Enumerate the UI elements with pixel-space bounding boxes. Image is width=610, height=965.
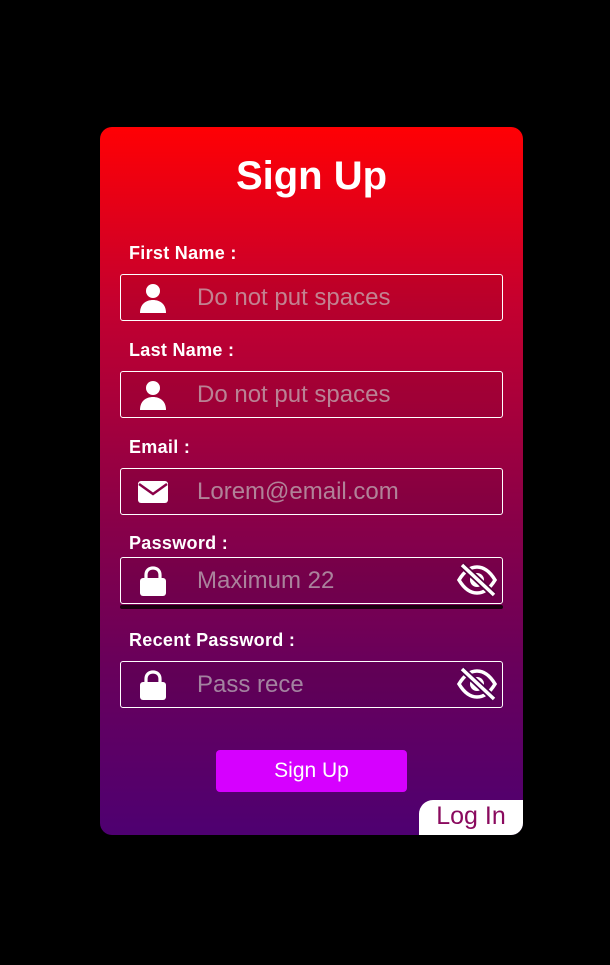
- last-name-input[interactable]: [197, 372, 447, 417]
- recent-password-label: Recent Password :: [129, 630, 296, 650]
- first-name-input[interactable]: [197, 275, 447, 320]
- page-title: Sign Up: [235, 154, 388, 198]
- user-icon: [140, 381, 166, 410]
- eye-slash-icon[interactable]: [457, 562, 497, 598]
- password-strength-bar: [120, 605, 503, 609]
- last-name-field[interactable]: [120, 371, 503, 418]
- user-icon: [140, 284, 166, 313]
- first-name-label: First Name :: [129, 243, 237, 263]
- password-field[interactable]: [120, 557, 503, 604]
- email-label: Email :: [129, 437, 191, 457]
- password-input[interactable]: [197, 558, 447, 603]
- lock-icon: [140, 566, 166, 596]
- signup-card: Sign Up First Name : Last Name : Email :…: [100, 127, 523, 835]
- login-link[interactable]: Log In: [419, 800, 523, 835]
- envelope-icon: [138, 481, 168, 503]
- email-field[interactable]: [120, 468, 503, 515]
- signup-button[interactable]: Sign Up: [216, 750, 407, 792]
- eye-slash-icon[interactable]: [457, 666, 497, 702]
- password-label: Password :: [129, 533, 229, 553]
- first-name-field[interactable]: [120, 274, 503, 321]
- email-input[interactable]: [197, 469, 447, 514]
- last-name-label: Last Name :: [129, 340, 235, 360]
- recent-password-field[interactable]: [120, 661, 503, 708]
- recent-password-input[interactable]: [197, 662, 447, 707]
- lock-icon: [140, 670, 166, 700]
